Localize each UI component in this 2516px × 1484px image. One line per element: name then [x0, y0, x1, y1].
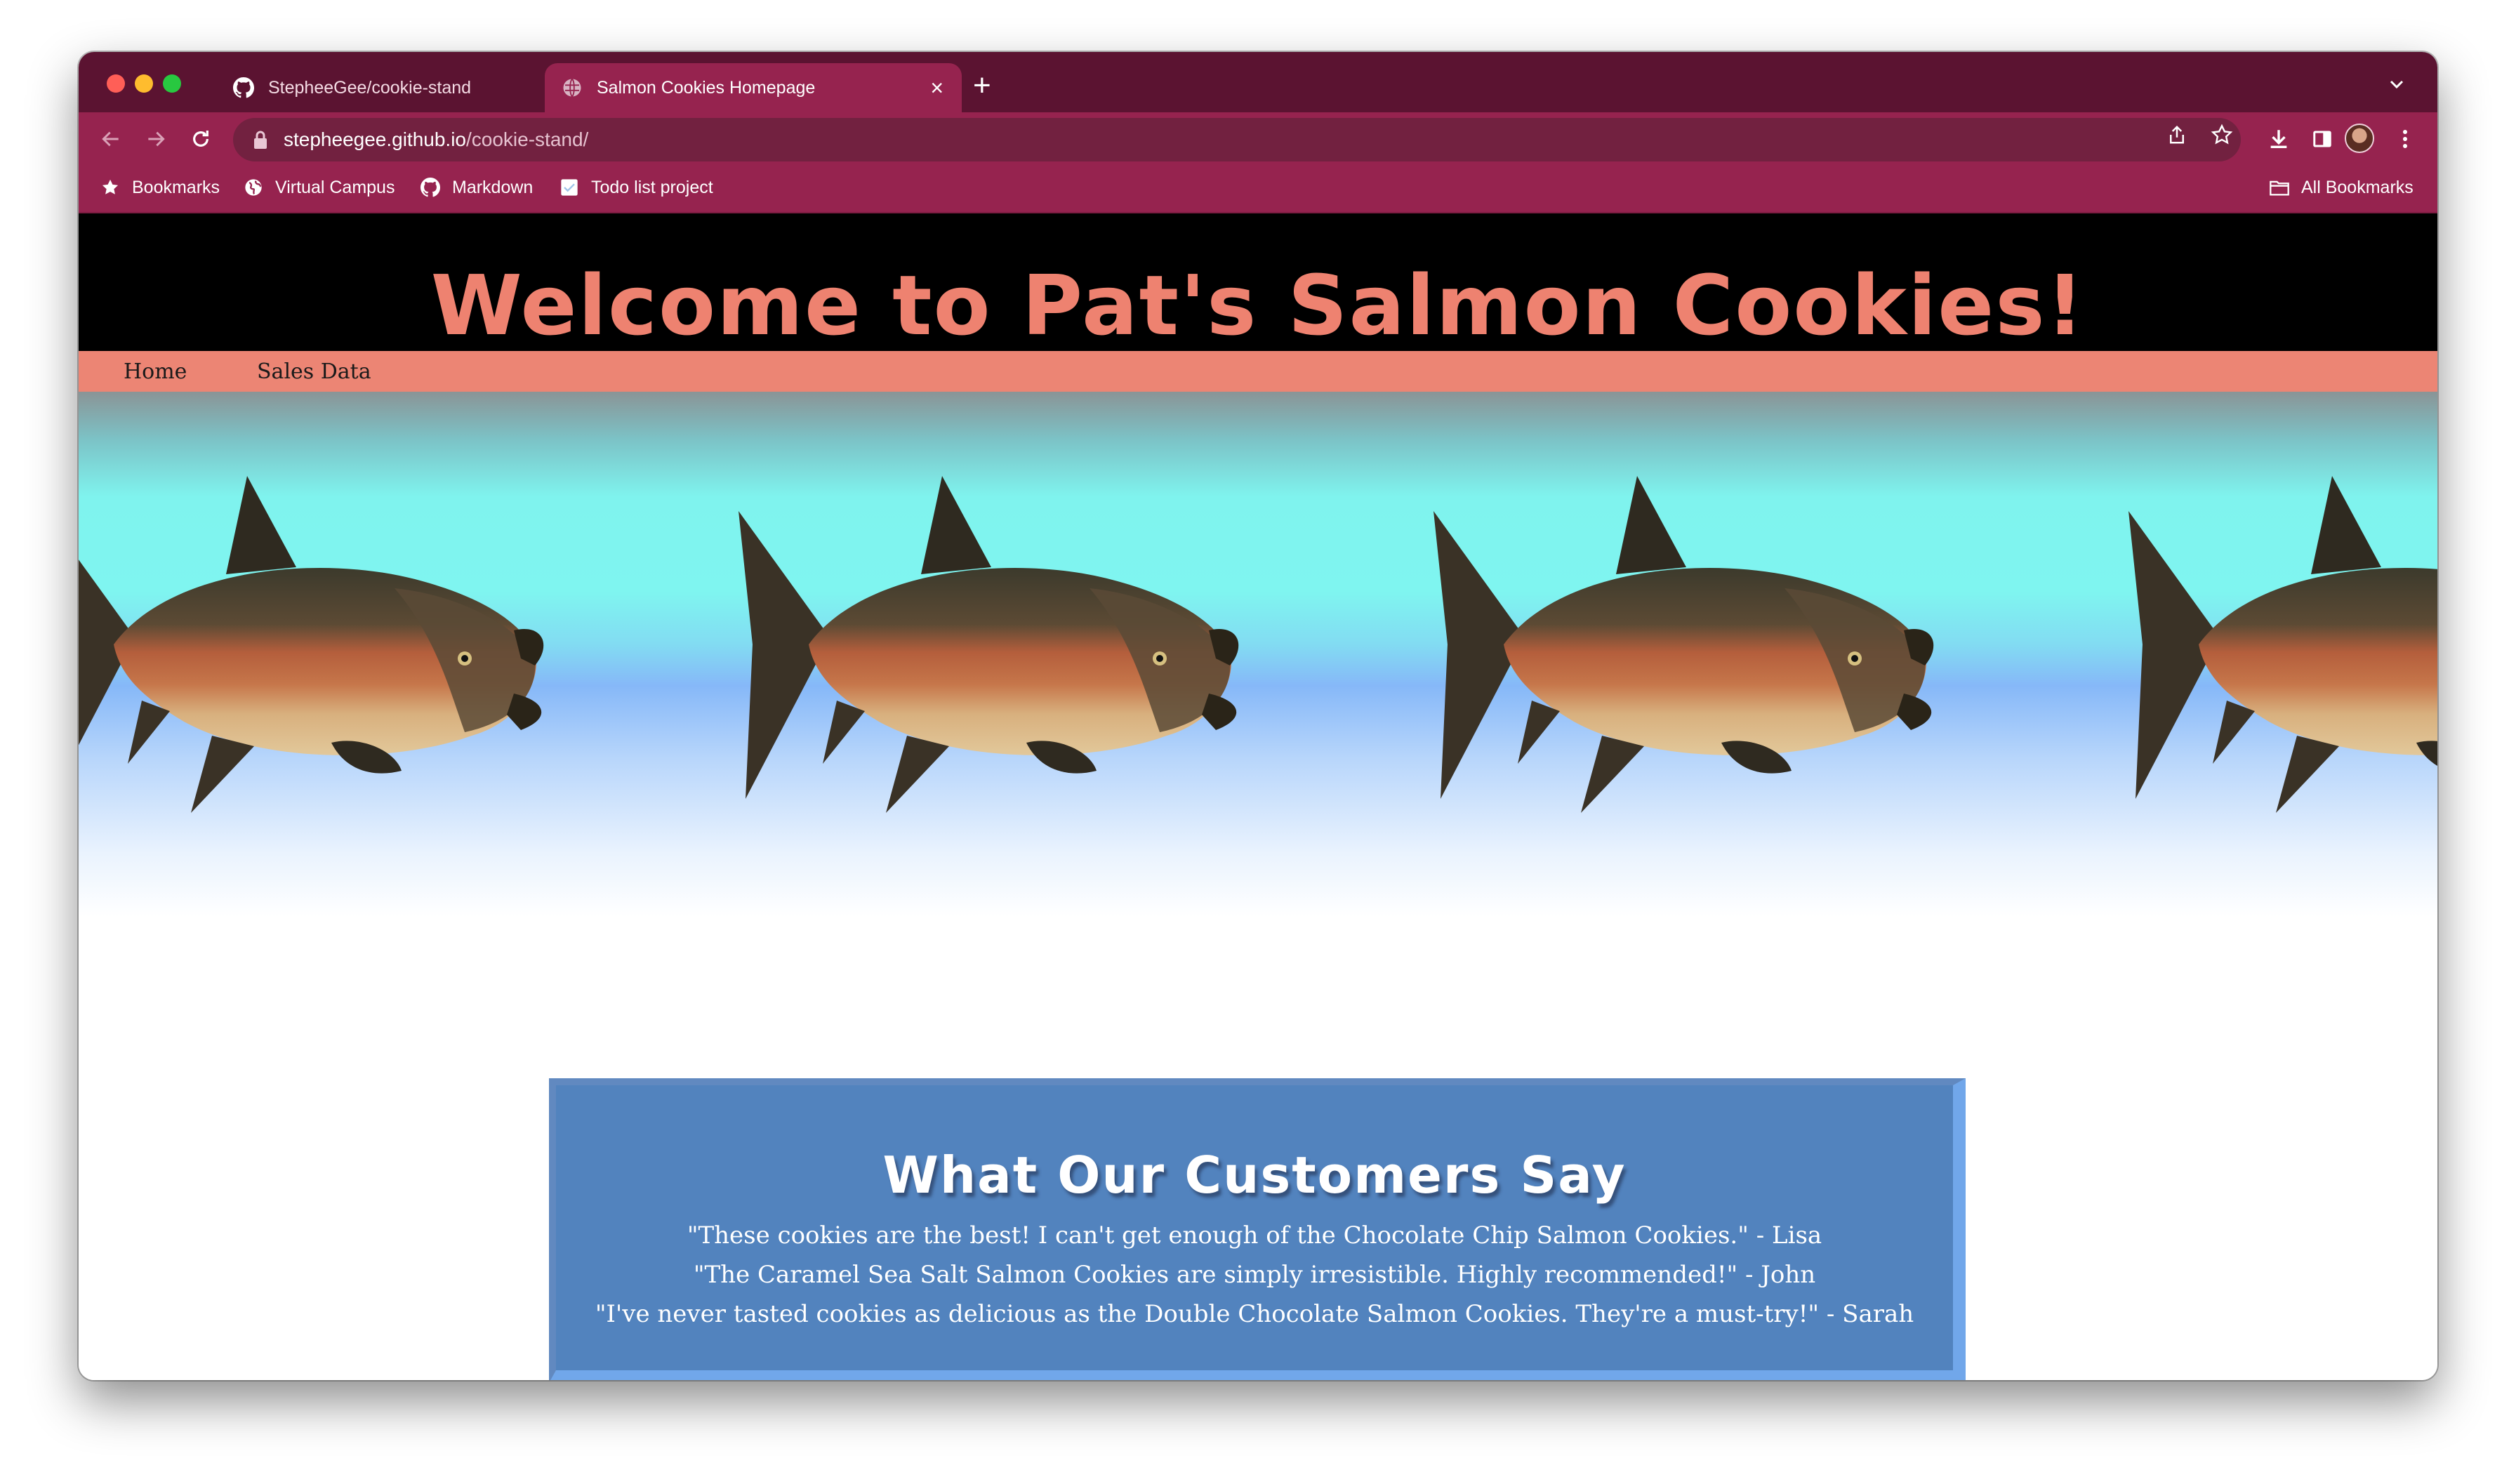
- chevron-down-icon[interactable]: [2387, 77, 2406, 91]
- site-header: Welcome to Pat's Salmon Cookies!: [79, 213, 2437, 351]
- salmon-image: [2128, 476, 2437, 813]
- back-arrow-icon[interactable]: [97, 125, 125, 153]
- minimize-window-button[interactable]: [135, 74, 153, 93]
- forward-arrow-icon[interactable]: [142, 125, 170, 153]
- reload-icon[interactable]: [187, 125, 215, 153]
- bookmark-todo-list[interactable]: Todo list project: [559, 177, 713, 198]
- github-icon: [420, 177, 441, 198]
- site-nav: Home Sales Data: [79, 351, 2437, 392]
- bookmark-virtual-campus[interactable]: Virtual Campus: [243, 177, 395, 198]
- bookmarks-bar: Bookmarks Virtual Campus Markdown Todo l…: [79, 166, 2437, 213]
- tab-salmon-cookies[interactable]: Salmon Cookies Homepage ×: [545, 63, 962, 112]
- reviews-list: "These cookies are the best! I can't get…: [556, 1216, 1953, 1334]
- url-text: stepheegee.github.io/cookie-stand/: [284, 128, 588, 151]
- salmon-image: [79, 476, 544, 813]
- side-panel-icon[interactable]: [2310, 126, 2335, 152]
- bookmark-markdown[interactable]: Markdown: [420, 177, 533, 198]
- close-window-button[interactable]: [107, 74, 125, 93]
- page-viewport: Welcome to Pat's Salmon Cookies! Home Sa…: [79, 213, 2437, 1380]
- bookmark-label: Virtual Campus: [275, 177, 395, 197]
- lock-icon[interactable]: [253, 129, 268, 150]
- nav-link-sales-data[interactable]: Sales Data: [257, 359, 371, 384]
- url-host: stepheegee.github.io: [284, 128, 466, 150]
- globe-icon: [243, 177, 264, 198]
- browser-window: StepheeGee/cookie-stand × Salmon Cookies…: [79, 52, 2437, 1380]
- share-icon[interactable]: [2165, 123, 2189, 147]
- review-item: "The Caramel Sea Salt Salmon Cookies are…: [693, 1261, 1816, 1289]
- more-menu-icon[interactable]: [2392, 126, 2418, 152]
- bookmark-star-icon[interactable]: [2210, 123, 2234, 147]
- folder-icon: [2269, 177, 2290, 198]
- tab-title: Salmon Cookies Homepage: [597, 77, 816, 98]
- bookmark-label: Todo list project: [591, 177, 713, 197]
- salmon-image: [739, 476, 1239, 813]
- all-bookmarks-button[interactable]: All Bookmarks: [2269, 177, 2414, 198]
- page-title: Welcome to Pat's Salmon Cookies!: [430, 257, 2086, 354]
- github-icon: [233, 77, 254, 98]
- bookmark-label: Bookmarks: [132, 177, 220, 197]
- profile-avatar[interactable]: [2345, 124, 2374, 153]
- review-item: "These cookies are the best! I can't get…: [687, 1221, 1822, 1250]
- bookmark-label: Markdown: [452, 177, 534, 197]
- maximize-window-button[interactable]: [163, 74, 181, 93]
- globe-icon: [562, 77, 583, 98]
- bookmark-bookmarks[interactable]: Bookmarks: [100, 177, 220, 198]
- download-icon[interactable]: [2266, 126, 2291, 152]
- salmon-image: [1434, 476, 1934, 813]
- review-item: "I've never tasted cookies as delicious …: [595, 1300, 1914, 1328]
- nav-link-home[interactable]: Home: [124, 359, 187, 384]
- star-icon: [100, 177, 121, 198]
- address-bar[interactable]: stepheegee.github.io/cookie-stand/: [233, 118, 2241, 161]
- doc-icon: [559, 177, 580, 198]
- hero-banner: [79, 392, 2437, 917]
- all-bookmarks-label: All Bookmarks: [2301, 177, 2414, 197]
- reviews-heading: What Our Customers Say: [882, 1146, 1627, 1205]
- browser-toolbar: stepheegee.github.io/cookie-stand/: [79, 112, 2437, 166]
- url-path: /cookie-stand/: [466, 128, 589, 150]
- tab-title: StepheeGee/cookie-stand: [268, 77, 472, 98]
- close-tab-icon[interactable]: ×: [930, 77, 944, 99]
- customer-reviews: What Our Customers Say "These cookies ar…: [549, 1078, 1966, 1380]
- tab-strip: StepheeGee/cookie-stand × Salmon Cookies…: [79, 52, 2437, 112]
- new-tab-button[interactable]: +: [973, 70, 991, 101]
